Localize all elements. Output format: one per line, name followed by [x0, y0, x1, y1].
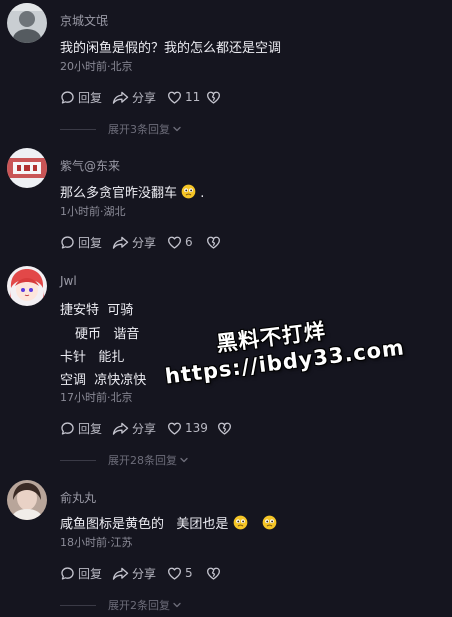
- like-button[interactable]: 11: [167, 90, 206, 105]
- share-button[interactable]: 分享: [112, 565, 167, 582]
- expand-replies-label: 展开28条回复: [108, 454, 177, 467]
- like-count: 139: [185, 421, 208, 435]
- like-button[interactable]: 5: [167, 566, 206, 581]
- divider: [60, 604, 96, 606]
- share-icon: [112, 90, 129, 105]
- share-label: 分享: [132, 235, 157, 250]
- divider: [60, 128, 96, 130]
- dislike-button[interactable]: [206, 90, 221, 105]
- broken-heart-icon: [206, 566, 221, 581]
- comment-actions: 回复 分享 139: [60, 419, 232, 437]
- share-button[interactable]: 分享: [112, 89, 167, 106]
- worried-face-emoji-icon: [262, 515, 277, 530]
- like-button[interactable]: 6: [167, 235, 206, 250]
- comment-meta: 1小时前·湖北: [60, 205, 126, 218]
- avatar[interactable]: [7, 148, 47, 188]
- reply-button[interactable]: 回复: [60, 234, 112, 251]
- expand-replies-label: 展开2条回复: [108, 599, 170, 612]
- expand-replies-button[interactable]: 展开2条回复: [60, 598, 182, 612]
- comment-meta: 18小时前·江苏: [60, 536, 133, 549]
- like-count: 6: [185, 235, 193, 249]
- broken-heart-icon: [206, 235, 221, 250]
- comment-actions: 回复 分享 5: [60, 564, 221, 582]
- comment-actions: 回复 分享 11: [60, 88, 221, 106]
- comment-item: 京城文氓 我的闲鱼是假的？我的怎么都还是空调 20小时前·北京 回复 分享 11…: [0, 0, 452, 140]
- comment-item: 紫气@东来 那么多贪官昨没翻车 . 1小时前·湖北 回复 分享 6: [0, 140, 452, 260]
- comment-username[interactable]: 俞丸丸: [60, 489, 96, 506]
- broken-heart-icon: [217, 421, 232, 436]
- share-label: 分享: [132, 421, 157, 436]
- comment-text-part: 那么多贪官昨没翻车: [60, 186, 178, 201]
- divider: [60, 459, 96, 461]
- reply-icon: [60, 235, 75, 250]
- chevron-down-icon: [172, 600, 182, 610]
- chevron-down-icon: [179, 455, 189, 465]
- comment-meta: 20小时前·北京: [60, 60, 133, 73]
- share-icon: [112, 421, 129, 436]
- comment-meta: 17小时前·北京: [60, 391, 133, 404]
- heart-icon: [167, 90, 182, 105]
- avatar[interactable]: [7, 3, 47, 43]
- share-icon: [112, 566, 129, 581]
- like-count: 5: [185, 566, 193, 580]
- comment-text: 空调 凉快凉快: [60, 373, 147, 388]
- dislike-button[interactable]: [206, 566, 221, 581]
- share-label: 分享: [132, 566, 157, 581]
- reply-button[interactable]: 回复: [60, 565, 112, 582]
- reply-icon: [60, 566, 75, 581]
- share-button[interactable]: 分享: [112, 234, 167, 251]
- share-button[interactable]: 分享: [112, 420, 167, 437]
- comment-item: Jwl 捷安特 可骑 硬币 谐音 卡针 能扎 空调 凉快凉快 17小时前·北京 …: [0, 260, 452, 475]
- comment-username[interactable]: 紫气@东来: [60, 157, 120, 174]
- comment-text: 我的闲鱼是假的？我的怎么都还是空调: [60, 41, 282, 56]
- reply-button[interactable]: 回复: [60, 89, 112, 106]
- reply-icon: [60, 421, 75, 436]
- comment-username[interactable]: Jwl: [60, 274, 77, 288]
- comment-text: 捷安特 可骑: [60, 303, 134, 318]
- heart-icon: [167, 235, 182, 250]
- reply-label: 回复: [78, 421, 103, 436]
- worried-face-emoji-icon: [181, 184, 196, 199]
- comment-text-part: .: [200, 186, 205, 201]
- reply-button[interactable]: 回复: [60, 420, 112, 437]
- comment-text: 硬币 谐音: [75, 327, 140, 342]
- avatar[interactable]: [7, 480, 47, 520]
- expand-replies-label: 展开3条回复: [108, 123, 170, 136]
- broken-heart-icon: [206, 90, 221, 105]
- like-button[interactable]: 139: [167, 421, 217, 436]
- reply-icon: [60, 90, 75, 105]
- comment-text: 卡针 能扎: [60, 350, 125, 365]
- like-count: 11: [185, 90, 201, 104]
- reply-label: 回复: [78, 235, 103, 250]
- comment-text-part: 咸鱼图标是黄色的 美团也是: [60, 517, 229, 532]
- comment-text: 那么多贪官昨没翻车 .: [60, 182, 204, 201]
- dislike-button[interactable]: [206, 235, 221, 250]
- reply-label: 回复: [78, 566, 103, 581]
- expand-replies-button[interactable]: 展开3条回复: [60, 122, 182, 136]
- heart-icon: [167, 566, 182, 581]
- share-icon: [112, 235, 129, 250]
- worried-face-emoji-icon: [233, 515, 248, 530]
- comment-text: 咸鱼图标是黄色的 美团也是: [60, 513, 277, 532]
- comment-username[interactable]: 京城文氓: [60, 12, 108, 29]
- avatar[interactable]: [7, 266, 47, 306]
- comment-item: 俞丸丸 咸鱼图标是黄色的 美团也是 18小时前·江苏 回复 分享 5 展开2条回…: [0, 475, 452, 617]
- dislike-button[interactable]: [217, 421, 232, 436]
- comment-actions: 回复 分享 6: [60, 233, 221, 251]
- chevron-down-icon: [172, 124, 182, 134]
- expand-replies-button[interactable]: 展开28条回复: [60, 453, 189, 467]
- share-label: 分享: [132, 90, 157, 105]
- heart-icon: [167, 421, 182, 436]
- reply-label: 回复: [78, 90, 103, 105]
